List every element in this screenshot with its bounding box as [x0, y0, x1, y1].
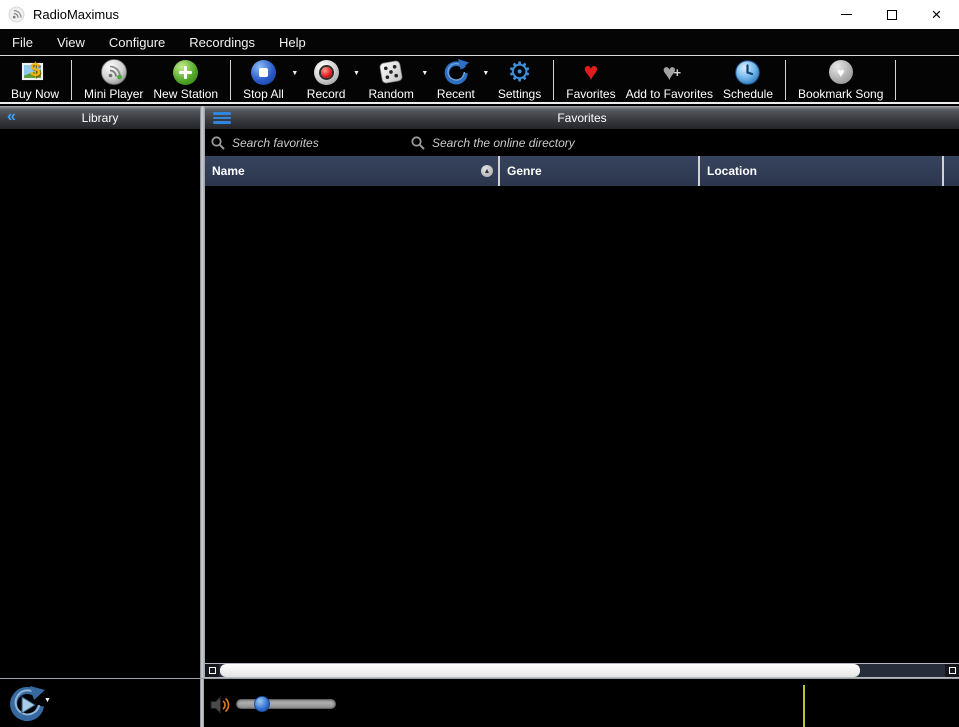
random-dropdown[interactable]: ▼: [420, 70, 430, 77]
favorites-button[interactable]: ♥ Favorites: [561, 58, 620, 102]
record-dropdown[interactable]: ▼: [351, 70, 361, 77]
settings-button[interactable]: ⚙ Settings: [493, 58, 546, 102]
search-row: [205, 129, 959, 156]
record-button[interactable]: Record: [302, 58, 351, 102]
stop-all-button[interactable]: Stop All: [238, 58, 289, 102]
title-bar: RadioMaximus ×: [0, 0, 959, 29]
volume-thumb[interactable]: [254, 696, 270, 712]
schedule-button[interactable]: Schedule: [718, 58, 778, 102]
scroll-right-button[interactable]: [945, 664, 959, 677]
minimize-icon: [841, 14, 852, 15]
buy-now-icon: $: [22, 60, 48, 84]
horizontal-scrollbar: [205, 663, 959, 678]
recent-dropdown[interactable]: ▼: [481, 70, 491, 77]
search-directory-group: [411, 136, 671, 150]
menu-help[interactable]: Help: [267, 29, 318, 55]
collapse-panel-icon[interactable]: «: [7, 108, 16, 126]
record-icon: [314, 60, 339, 85]
menu-recordings[interactable]: Recordings: [177, 29, 267, 55]
search-favorites-input[interactable]: [232, 136, 392, 150]
menu-file[interactable]: File: [0, 29, 45, 55]
column-header-name[interactable]: Name ▲: [205, 156, 500, 186]
column-header-location[interactable]: Location: [700, 156, 944, 186]
favorites-panel-header: Favorites: [205, 106, 959, 129]
scroll-left-button[interactable]: [205, 664, 219, 677]
bookmark-song-button[interactable]: ♥ Bookmark Song: [793, 58, 888, 102]
new-station-plus-icon: [173, 60, 198, 85]
radiomaximus-logo-icon: [8, 6, 25, 23]
schedule-clock-icon: [735, 60, 760, 85]
buy-now-button[interactable]: $ Buy Now: [6, 58, 64, 102]
play-recent-icon[interactable]: [8, 686, 46, 724]
maximize-button[interactable]: [869, 0, 914, 29]
scrollbar-track[interactable]: [219, 664, 945, 677]
menu-configure[interactable]: Configure: [97, 29, 177, 55]
toolbar-separator: [230, 60, 231, 100]
search-favorites-group: [211, 136, 405, 150]
speaker-icon[interactable]: [210, 696, 232, 714]
add-to-favorites-button[interactable]: ♥+ Add to Favorites: [621, 58, 718, 102]
recent-circular-arrow-icon: [443, 59, 469, 85]
scrollbar-thumb[interactable]: [220, 664, 860, 677]
column-header-genre[interactable]: Genre: [500, 156, 700, 186]
close-icon: ×: [932, 6, 942, 23]
stations-table-header: Name ▲ Genre Location: [205, 156, 959, 186]
hamburger-icon[interactable]: [213, 112, 231, 124]
close-button[interactable]: ×: [914, 0, 959, 29]
random-dice-icon: [378, 59, 404, 85]
library-panel-title: Library: [0, 111, 200, 125]
favorites-heart-icon: ♥: [583, 60, 598, 85]
settings-gear-icon: ⚙: [507, 59, 531, 86]
toolbar: $ Buy Now: [0, 57, 959, 104]
stop-all-icon: [251, 60, 276, 85]
play-recent-dropdown[interactable]: ▼: [44, 697, 51, 704]
add-to-favorites-heart-plus-icon: ♥+: [662, 60, 676, 85]
maximize-icon: [887, 10, 897, 20]
sort-indicator-icon[interactable]: ▲: [481, 165, 493, 177]
minimize-button[interactable]: [824, 0, 869, 29]
stop-all-dropdown[interactable]: ▼: [290, 70, 300, 77]
library-panel-header: Library «: [0, 106, 200, 129]
library-list[interactable]: [0, 129, 200, 678]
mini-player-button[interactable]: Mini Player: [79, 58, 148, 102]
search-icon: [211, 136, 225, 150]
scroll-right-icon: [949, 667, 956, 674]
level-meter-line: [803, 685, 805, 727]
bookmark-song-heart-icon: ♥: [829, 60, 853, 84]
stations-table-body[interactable]: [205, 186, 959, 663]
search-icon: [411, 136, 425, 150]
toolbar-separator: [553, 60, 554, 100]
player-bar: ▼: [0, 678, 959, 727]
recent-button[interactable]: Recent: [432, 58, 480, 102]
window-title: RadioMaximus: [33, 7, 119, 22]
player-bar-separator: [200, 679, 204, 727]
toolbar-separator: [785, 60, 786, 100]
toolbar-separator: [895, 60, 896, 100]
search-online-directory-input[interactable]: [432, 136, 642, 150]
menu-view[interactable]: View: [45, 29, 97, 55]
toolbar-separator: [71, 60, 72, 100]
menu-bar: File View Configure Recordings Help: [0, 29, 959, 56]
radiomaximus-window: RadioMaximus × File View Configure Recor…: [0, 0, 959, 727]
volume-slider-track[interactable]: [236, 699, 336, 709]
column-header-extra: [944, 156, 959, 186]
scroll-left-icon: [209, 667, 216, 674]
favorites-panel-title: Favorites: [205, 111, 959, 125]
random-button[interactable]: Random: [363, 58, 418, 102]
new-station-button[interactable]: New Station: [148, 58, 223, 102]
mini-player-icon: [101, 59, 127, 85]
